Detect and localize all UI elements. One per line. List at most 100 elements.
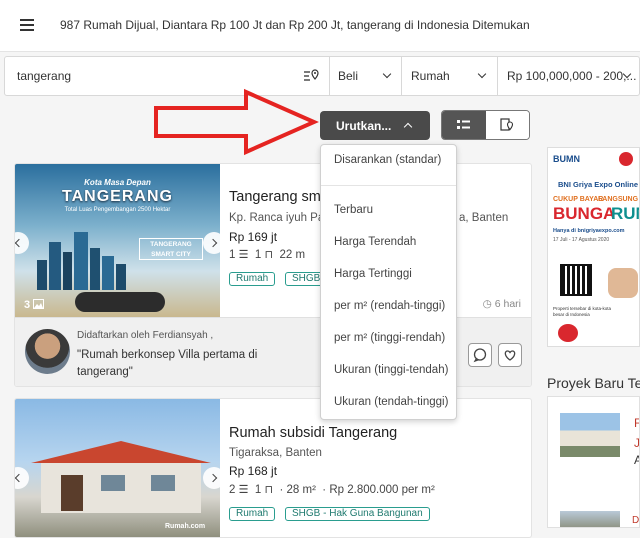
price-range-select[interactable]: Rp 100,000,000 - 200,... — [498, 57, 640, 95]
photo-next-button[interactable] — [203, 467, 225, 489]
proyek-card[interactable]: F J A Duta — [547, 396, 640, 528]
sort-dropdown-menu: Disarankan (standar) Terbaru Harga Teren… — [320, 144, 457, 420]
proyek-baru-heading: Proyek Baru Te — [547, 375, 640, 391]
sort-option-highest-price[interactable]: Harga Tertinggi — [334, 268, 412, 280]
ad-expo: BNI Griya Expo Online — [558, 180, 639, 189]
posted-time: ◷ 6 hari — [483, 298, 521, 310]
area-value: 22 m — [279, 249, 306, 261]
ad-footer: Properti tersebar di kota-kota besar di … — [553, 306, 612, 317]
city-skyline — [37, 228, 127, 290]
sort-option-per-m2-desc[interactable]: per m² (tinggi-rendah) — [334, 332, 445, 344]
favorite-button[interactable] — [498, 343, 522, 367]
ad-person-image — [608, 268, 638, 298]
proyek-image-2 — [560, 511, 620, 527]
hamburger-menu-icon[interactable] — [20, 19, 34, 31]
proyek-title-letters: F J — [634, 416, 640, 450]
proyek-image — [560, 413, 620, 457]
page-title: 987 Rumah Dijual, Diantara Rp 100 Jt dan… — [60, 18, 530, 32]
sort-option-per-m2-asc[interactable]: per m² (rendah-tinggi) — [334, 300, 445, 312]
ad-banner[interactable]: BUMN BNI Griya Expo Online CUKUP BAYAR L… — [547, 147, 640, 347]
price-per-m2: Rp 2.800.000 per m² — [329, 484, 435, 496]
transaction-value: Beli — [338, 69, 359, 83]
photo-prev-button[interactable] — [15, 232, 29, 254]
bed-icon: ☰ — [238, 484, 249, 496]
agent-listed-by: Didaftarkan oleh Ferdiansyah , — [77, 330, 214, 341]
location-value: tangerang — [17, 69, 72, 83]
bed-count: 1 — [229, 249, 236, 261]
ad-line1: CUKUP BAYAR — [553, 196, 604, 203]
sort-option-suggested[interactable]: Disarankan (standar) — [334, 154, 441, 166]
bath-icon: ⊓ — [264, 484, 274, 496]
map-pin-icon — [500, 118, 514, 131]
sort-option-size-asc[interactable]: Ukuran (tendah-tinggi) — [334, 396, 448, 408]
photo-watermark: Rumah.com — [165, 523, 206, 530]
photo-count: 3 — [24, 299, 45, 311]
listing-photo[interactable]: Rumah.com — [15, 399, 225, 537]
dropdown-divider — [321, 185, 456, 186]
search-bar: tangerang Beli Rumah Rp 100,000,000 - 20… — [4, 56, 640, 96]
house-image — [21, 441, 211, 513]
area-value: 28 m² — [286, 484, 316, 496]
photo-count-value: 3 — [24, 299, 31, 311]
qr-code-icon — [560, 264, 592, 296]
chat-button[interactable] — [468, 343, 492, 367]
photo-icon — [33, 299, 45, 309]
transaction-select[interactable]: Beli — [330, 57, 402, 95]
listing-title[interactable]: Tangerang sm — [229, 189, 321, 205]
listing-price: Rp 169 jt — [229, 230, 278, 244]
photo-brand: TANGERANG SMART CITY — [139, 238, 203, 260]
sort-button[interactable]: Urutkan... — [320, 111, 430, 140]
sort-option-newest[interactable]: Terbaru — [334, 204, 373, 216]
price-range-value: Rp 100,000,000 - 200,... — [507, 69, 637, 83]
listing-specs: 2 ☰ 1 ⊓ · 28 m² · Rp 2.800.000 per m² — [229, 484, 435, 496]
map-filter-icon[interactable] — [303, 69, 319, 83]
chevron-down-icon — [382, 69, 392, 79]
view-toggle — [441, 110, 530, 140]
sort-button-label: Urutkan... — [336, 119, 392, 133]
photo-title: TANGERANG — [62, 188, 173, 205]
photo-subtitle: Total Luas Pengembangan 2500 Hektar — [64, 207, 171, 213]
proyek-item2-text: Duta — [632, 515, 640, 526]
property-type-value: Rumah — [411, 69, 450, 83]
agent-avatar[interactable] — [25, 329, 70, 374]
ad-line2: LANGSUNG — [598, 196, 639, 203]
sort-option-size-desc[interactable]: Ukuran (tinggi-tendah) — [334, 364, 448, 376]
posted-time-value: 6 hari — [494, 298, 521, 310]
photo-heading: Kota Masa Depan — [84, 178, 151, 187]
map-view-button[interactable] — [486, 111, 529, 139]
bath-icon: ⊓ — [264, 249, 274, 261]
chevron-up-icon — [403, 122, 413, 132]
photo-next-button[interactable] — [203, 232, 225, 254]
ad-logo — [619, 152, 633, 166]
ad-big2: RUM — [611, 204, 639, 223]
bed-icon: ☰ — [238, 249, 249, 261]
list-icon — [457, 120, 470, 129]
listing-title[interactable]: Rumah subsidi Tangerang — [229, 425, 397, 441]
top-bar: 987 Rumah Dijual, Diantara Rp 100 Jt dan… — [0, 0, 640, 52]
tag-property-type: Rumah — [229, 507, 276, 521]
listing-location: Tigaraksa, Banten — [229, 447, 322, 459]
bath-count: 1 — [254, 484, 262, 496]
heart-icon — [504, 350, 516, 361]
clock-icon: ◷ — [482, 298, 492, 310]
annotation-arrow-icon — [154, 88, 319, 156]
listing-location: Kp. Ranca iyuh Par — [229, 212, 329, 224]
ad-brand: BUMN — [553, 154, 580, 164]
tag-property-type: Rumah — [229, 272, 276, 286]
listing-photo[interactable]: Kota Masa Depan TANGERANG Total Luas Pen… — [15, 164, 225, 317]
bath-count: 1 — [254, 249, 262, 261]
list-view-button[interactable] — [442, 111, 486, 139]
chat-icon — [473, 348, 487, 363]
listing-price: Rp 168 jt — [229, 464, 278, 478]
listing-specs: 1 ☰ 1 ⊓ 22 m — [229, 248, 305, 261]
ad-dates: 17 Juli - 17 Agustus 2020 — [553, 237, 610, 243]
bed-count: 2 — [229, 484, 236, 496]
agent-quote: "Rumah berkonsep Villa pertama di tanger… — [77, 349, 258, 378]
proyek-sub-letter: A — [634, 453, 639, 467]
chevron-down-icon — [477, 69, 487, 79]
photo-logos — [75, 292, 165, 312]
property-type-select[interactable]: Rumah — [402, 57, 498, 95]
ad-big1: BUNGA — [553, 204, 616, 223]
sort-option-lowest-price[interactable]: Harga Terendah — [334, 236, 416, 248]
ad-anniversary-logo — [558, 324, 578, 342]
